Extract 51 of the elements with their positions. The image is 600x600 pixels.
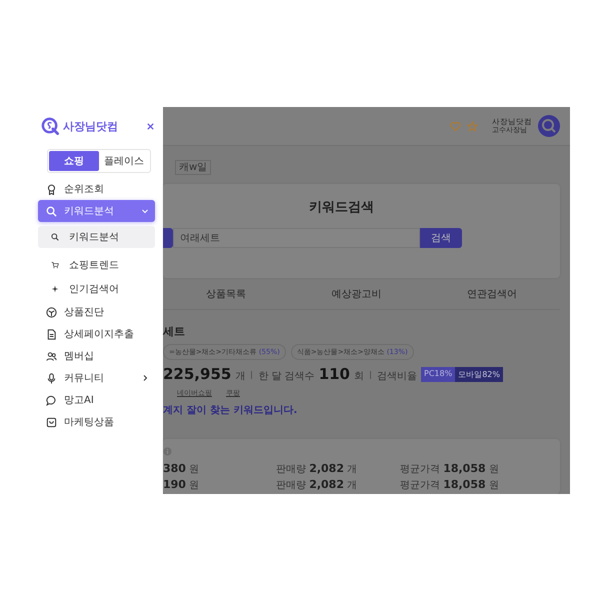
submenu-item[interactable]: 키워드분석 [38,226,155,248]
logo-text: 사장님닷컴 [63,119,118,134]
segment-tab[interactable]: 쇼핑 [49,151,99,171]
people-icon [46,350,57,362]
bag-icon [46,416,57,428]
ratio-label: 검색비율 [377,370,417,383]
avatar-icon[interactable] [538,115,560,137]
search-title: 키워드검색 [309,199,374,216]
submenu-item[interactable]: 인기검색어 [38,278,155,300]
monthly-unit: 회 [354,370,364,383]
menu-item[interactable]: 키워드분석 [38,200,155,222]
keyword-input[interactable]: 여래세트 [173,228,420,248]
menu-item[interactable]: 마케팅상품 [38,411,155,433]
menu-item[interactable]: 상품진단 [38,301,155,323]
search-icon [51,233,59,241]
menu-item[interactable]: 상세페이지추출 [38,323,155,345]
tag-chip[interactable]: 캐w일 [175,160,212,175]
document-icon [46,328,57,340]
monthly-label: 한 달 검색수 [258,370,315,383]
keyword-title: 세트 [163,324,186,339]
result-tab[interactable]: 예상광고비 [331,287,382,301]
monthly-count: 110 [318,365,350,383]
keyword-note: 계지 잘이 찾는 키워드입니다. [163,404,298,417]
result-tab[interactable]: 연관검색어 [467,287,518,301]
sales-value: 판매량 2,082 개 [276,462,358,476]
sparkle-icon [51,285,59,293]
product-count: 225,955 [163,365,232,383]
chat-icon [46,394,57,406]
pc-ratio-badge: PC18% [421,366,456,382]
logo-icon [41,117,60,136]
average-price: 평균가격 18,058 원 [400,462,499,476]
sales-value: 판매량 2,082 개 [276,478,358,492]
menu-item[interactable]: 망고AI [38,389,155,411]
result-tab[interactable]: 상품목록 [206,287,246,301]
medal-icon [46,184,57,194]
price-value: 380 원 [163,462,200,476]
average-price: 평균가격 18,058 원 [400,478,499,492]
submenu-item[interactable]: 쇼핑트렌드 [38,254,155,276]
microphone-icon [46,372,57,384]
mobile-ratio-badge: 모바일82% [455,366,503,382]
star-icon[interactable] [467,120,478,132]
price-value: 190 원 [163,478,200,492]
cube-icon [46,306,57,318]
menu-item[interactable]: 커뮤니티 [38,367,155,389]
search-icon [46,206,57,216]
close-icon[interactable] [146,122,155,131]
menu-item[interactable]: 멤버십 [38,345,155,367]
search-button[interactable]: 검색 [420,228,462,248]
menu-item[interactable]: 순위조회 [38,178,155,200]
cart-icon [51,261,59,269]
count-unit: 개 [235,370,246,383]
